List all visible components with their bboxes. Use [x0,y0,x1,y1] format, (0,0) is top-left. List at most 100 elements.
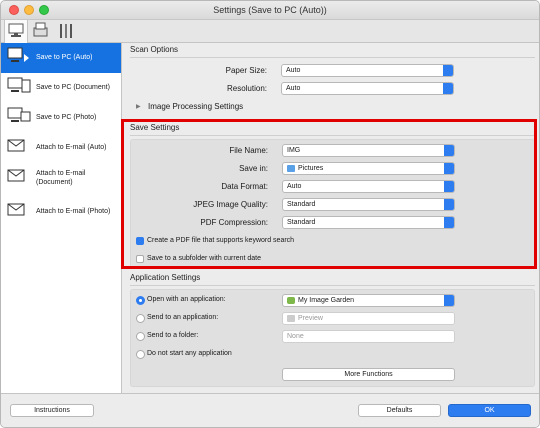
resolution-label: Resolution: [226,84,267,93]
send-app-select: Preview [282,312,455,325]
selected-value: Auto [286,85,301,92]
title-bar: Settings (Save to PC (Auto)) [1,1,539,20]
file-name-label: File Name: [229,146,268,155]
keyword-pdf-checkbox[interactable] [136,237,144,245]
send-folder-radio[interactable] [136,332,145,341]
email-icon [7,139,25,152]
settings-window: Settings (Save to PC (Auto)) Save to PC … [0,0,540,428]
keyword-pdf-row[interactable]: Create a PDF file that supports keyword … [131,235,536,249]
scanner-panel-icon [33,22,48,37]
selected-value: IMG [287,147,301,154]
selected-value: Standard [287,219,316,226]
resolution-select[interactable]: Auto [281,82,454,95]
paper-size-select[interactable]: Auto [281,64,454,77]
chevron-updown-icon [444,217,454,228]
jpeg-quality-row: JPEG Image Quality: Standard [131,198,536,212]
no-app-radio[interactable] [136,350,145,359]
subfolder-label: Save to a subfolder with current date [147,255,262,262]
section-title: Save Settings [130,123,535,136]
instructions-button[interactable]: Instructions [10,404,94,417]
keyword-pdf-label: Create a PDF file that supports keyword … [147,237,295,244]
section-title: Application Settings [130,273,535,286]
jpeg-quality-select[interactable]: Standard [282,198,455,211]
image-processing-row[interactable]: ▶ Image Processing Settings [130,100,535,114]
selected-value: Pictures [298,165,324,172]
selected-value: Preview [298,315,323,322]
jpeg-quality-label: JPEG Image Quality: [193,200,268,209]
preview-app-icon [287,315,295,322]
data-format-row: Data Format: Auto [131,180,536,194]
file-name-combo[interactable]: IMG [282,144,455,157]
pdf-compression-select[interactable]: Standard [282,216,455,229]
data-format-label: Data Format: [221,182,268,191]
subfolder-checkbox[interactable] [136,255,144,263]
chevron-updown-icon [444,181,454,192]
paper-size-label: Paper Size: [225,66,267,75]
resolution-row: Resolution: Auto [130,82,535,96]
chevron-updown-icon [443,65,453,76]
more-functions-button[interactable]: More Functions [282,368,455,381]
paper-size-row: Paper Size: Auto [130,64,535,78]
save-settings-section: Save Settings File Name: IMG Save in: Pi… [130,123,535,269]
sidebar-item-save-pc-auto[interactable]: Save to PC (Auto) [1,43,121,73]
chevron-updown-icon [444,163,454,174]
tab-general-settings[interactable] [54,20,78,42]
sidebar-item-label: Attach to E-mail (Auto) [36,144,107,151]
chevron-updown-icon [444,199,454,210]
image-processing-label: Image Processing Settings [148,102,244,111]
chevron-updown-icon [443,83,453,94]
open-with-row: Open with an application: My Image Garde… [131,294,536,308]
no-app-label: Do not start any application [147,350,232,357]
selected-value: Auto [286,67,301,74]
toolbar [1,20,539,43]
send-folder-select: None [282,330,455,343]
sidebar-item-email-auto[interactable]: Attach to E-mail (Auto) [1,133,121,163]
save-pc-photo-icon [7,107,31,122]
open-with-select[interactable]: My Image Garden [282,294,455,307]
chevron-updown-icon [444,295,454,306]
ok-button[interactable]: OK [448,404,531,417]
sidebar-item-save-pc-photo[interactable]: Save to PC (Photo) [1,103,121,133]
chevron-updown-icon [444,313,454,324]
email-photo-icon [7,203,25,216]
computer-scan-icon [8,23,24,37]
sidebar-item-email-document[interactable]: Attach to E-mail (Document) [1,163,121,197]
defaults-button[interactable]: Defaults [358,404,441,417]
save-pc-icon [7,47,29,62]
selected-value: Auto [287,183,302,190]
footer-bar: Instructions Defaults OK [1,393,539,427]
send-app-radio[interactable] [136,314,145,323]
subfolder-row[interactable]: Save to a subfolder with current date [131,253,536,267]
data-format-select[interactable]: Auto [282,180,455,193]
tab-scan-from-panel[interactable] [29,20,53,42]
pdf-compression-label: PDF Compression: [200,218,268,227]
scan-type-list: Save to PC (Auto) Save to PC (Document) … [1,43,122,393]
section-title: Scan Options [130,45,535,58]
save-in-label: Save in: [239,164,268,173]
sidebar-item-label: Attach to E-mail (Photo) [36,208,111,215]
file-name-row: File Name: IMG [131,144,536,158]
pdf-compression-row: PDF Compression: Standard [131,216,536,230]
send-folder-label: Send to a folder: [147,332,199,339]
chevron-down-icon [444,145,454,156]
tab-scan-from-computer[interactable] [4,20,28,43]
sidebar-item-save-pc-document[interactable]: Save to PC (Document) [1,73,121,103]
save-pc-document-icon [7,77,31,93]
selected-value: None [287,333,304,340]
folder-icon [287,165,295,172]
sidebar-item-label: Save to PC (Document) [36,84,110,91]
email-document-icon [7,169,25,182]
sidebar-item-label: Save to PC (Photo) [36,114,97,121]
disclosure-triangle-icon[interactable]: ▶ [136,103,141,110]
tools-icon [60,24,72,38]
save-in-select[interactable]: Pictures [282,162,455,175]
send-app-row: Send to an application: Preview [131,312,536,326]
chevron-updown-icon [444,331,454,342]
selected-value: Standard [287,201,316,208]
save-in-row: Save in: Pictures [131,162,536,176]
sidebar-item-email-photo[interactable]: Attach to E-mail (Photo) [1,197,121,227]
open-with-radio[interactable] [136,296,145,305]
sidebar-item-label: Save to PC (Auto) [36,54,93,61]
scan-options-section: Scan Options Paper Size: Auto Resolution… [130,45,535,120]
no-app-row[interactable]: Do not start any application [131,348,536,362]
